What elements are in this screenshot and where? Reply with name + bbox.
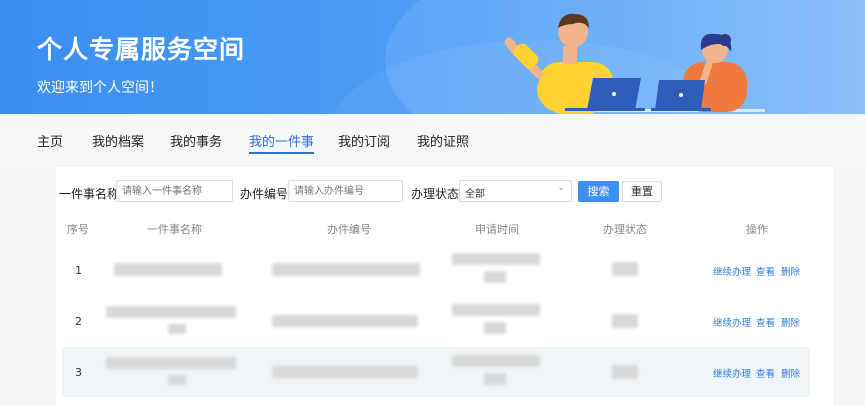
column-header-seq: 序号 <box>67 223 89 236</box>
view-button[interactable]: 查看 <box>756 264 775 278</box>
redacted-name-2 <box>168 375 186 385</box>
redacted-name <box>106 306 236 318</box>
tab-home[interactable]: 主页 <box>37 131 63 150</box>
delete-button[interactable]: 删除 <box>781 264 800 278</box>
continue-button[interactable]: 继续办理 <box>713 366 751 380</box>
redacted-time <box>452 355 540 367</box>
redacted-status <box>612 365 638 379</box>
table-row: 2 继续办理 查看 删除 <box>62 296 810 346</box>
redacted-time-2 <box>484 271 506 283</box>
row-seq: 3 <box>75 366 82 379</box>
redacted-code <box>272 263 420 276</box>
search-button[interactable]: 搜索 <box>578 181 619 202</box>
page-title: 个人专属服务空间 <box>37 35 246 64</box>
banner-illustration <box>504 13 765 114</box>
code-filter-label: 办件编号 <box>240 187 289 201</box>
redacted-status <box>612 262 638 276</box>
tab-my-one-thing[interactable]: 我的一件事 <box>249 131 315 154</box>
name-search-input[interactable] <box>116 180 233 202</box>
tab-my-licenses[interactable]: 我的证照 <box>417 131 469 150</box>
column-header-status: 办理状态 <box>603 223 647 236</box>
tab-my-affairs[interactable]: 我的事务 <box>170 131 222 150</box>
redacted-name <box>106 357 236 369</box>
redacted-name <box>114 263 222 276</box>
reset-button[interactable]: 重置 <box>622 181 662 202</box>
redacted-time <box>452 304 540 316</box>
redacted-status <box>612 314 638 328</box>
redacted-code <box>272 366 418 378</box>
redacted-time-2 <box>484 373 506 385</box>
status-select[interactable]: 全部 ⌄ <box>459 180 572 202</box>
column-header-name: 一件事名称 <box>147 223 202 236</box>
row-seq: 1 <box>75 264 82 277</box>
column-header-time: 申请时间 <box>475 223 519 236</box>
delete-button[interactable]: 删除 <box>781 366 800 380</box>
row-seq: 2 <box>75 315 82 328</box>
name-filter-label: 一件事名称 <box>59 187 120 201</box>
continue-button[interactable]: 继续办理 <box>713 315 751 329</box>
tab-my-subscriptions[interactable]: 我的订阅 <box>338 131 390 150</box>
status-select-value: 全部 <box>465 189 485 200</box>
delete-button[interactable]: 删除 <box>781 315 800 329</box>
table-row: 3 继续办理 查看 删除 <box>62 347 810 397</box>
view-button[interactable]: 查看 <box>756 366 775 380</box>
redacted-time-2 <box>484 322 506 334</box>
chevron-down-icon: ⌄ <box>557 183 565 193</box>
header-banner: 个人专属服务空间 欢迎来到个人空间！ <box>0 0 865 114</box>
column-header-actions: 操作 <box>746 223 768 236</box>
status-filter-label: 办理状态 <box>411 187 460 201</box>
page-subtitle: 欢迎来到个人空间！ <box>37 80 163 96</box>
table-row: 1 继续办理 查看 删除 <box>62 245 810 295</box>
code-search-input[interactable] <box>288 180 403 202</box>
column-header-code: 办件编号 <box>327 223 371 236</box>
view-button[interactable]: 查看 <box>756 315 775 329</box>
redacted-name-2 <box>168 324 186 334</box>
continue-button[interactable]: 继续办理 <box>713 264 751 278</box>
tab-my-archive[interactable]: 我的档案 <box>92 131 144 150</box>
redacted-code <box>272 315 418 327</box>
redacted-time <box>452 253 540 265</box>
